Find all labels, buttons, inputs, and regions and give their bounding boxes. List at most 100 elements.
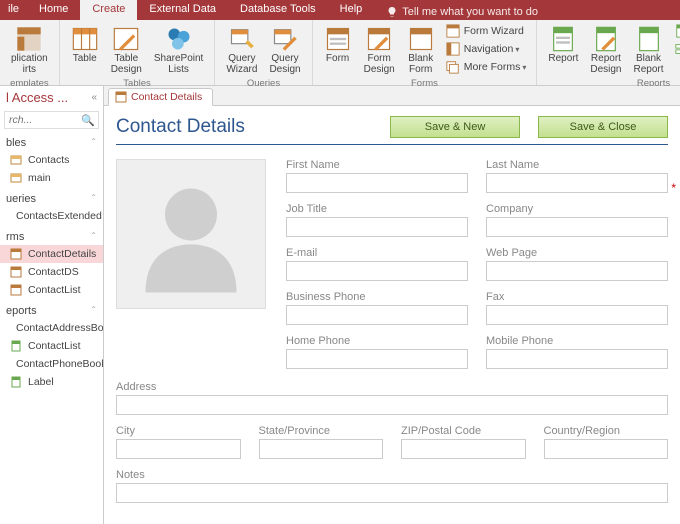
nav-item-contacts[interactable]: Contacts bbox=[0, 151, 103, 169]
required-indicator: * bbox=[671, 181, 676, 195]
nav-item-main[interactable]: main bbox=[0, 169, 103, 187]
input-home-phone[interactable] bbox=[286, 349, 468, 369]
nav-item-contactsextended[interactable]: ContactsExtended bbox=[0, 207, 103, 225]
input-zip[interactable] bbox=[401, 439, 526, 459]
input-notes[interactable] bbox=[116, 483, 668, 503]
btn-labels[interactable]: Labels bbox=[671, 40, 680, 58]
report-object-icon bbox=[10, 376, 22, 388]
input-city[interactable] bbox=[116, 439, 241, 459]
form-object-icon bbox=[10, 248, 22, 260]
input-business-phone[interactable] bbox=[286, 305, 468, 325]
label-first-name: First Name bbox=[286, 159, 468, 171]
input-web-page[interactable] bbox=[486, 261, 668, 281]
blank-report-icon bbox=[635, 25, 663, 53]
doc-tab-contact-details[interactable]: Contact Details bbox=[108, 88, 213, 106]
save-and-close-button[interactable]: Save & Close bbox=[538, 116, 668, 138]
nav-item-contactlist-form[interactable]: ContactList bbox=[0, 281, 103, 299]
btn-more-forms[interactable]: More Forms▾ bbox=[442, 58, 531, 76]
nav-group-tables[interactable]: bles⌃ bbox=[0, 135, 103, 151]
form-wizard-icon bbox=[446, 24, 460, 38]
label-state: State/Province bbox=[259, 425, 384, 437]
tell-me[interactable]: Tell me what you want to do bbox=[374, 0, 550, 20]
divider bbox=[116, 144, 668, 145]
nav-item-contactds[interactable]: ContactDS bbox=[0, 263, 103, 281]
report-wizard-icon bbox=[675, 24, 680, 38]
input-mobile-phone[interactable] bbox=[486, 349, 668, 369]
tell-me-label: Tell me what you want to do bbox=[402, 6, 538, 18]
nav-item-contactphonebook[interactable]: ContactPhoneBook bbox=[0, 355, 103, 373]
input-last-name[interactable] bbox=[486, 173, 668, 193]
input-job-title[interactable] bbox=[286, 217, 468, 237]
ribbon: plication irts emplates Table Table Desi… bbox=[0, 20, 680, 86]
btn-report-design[interactable]: Report Design bbox=[585, 22, 626, 78]
nav-group-queries[interactable]: ueries⌃ bbox=[0, 191, 103, 207]
btn-app-parts[interactable]: plication irts bbox=[6, 22, 53, 78]
nav-item-contactdetails[interactable]: ContactDetails bbox=[0, 245, 103, 263]
app-tabs: ile Home Create External Data Database T… bbox=[0, 0, 680, 20]
query-wizard-icon bbox=[228, 25, 256, 53]
nav-item-contactlist-report[interactable]: ContactList bbox=[0, 337, 103, 355]
input-email[interactable] bbox=[286, 261, 468, 281]
nav-collapse-button[interactable]: « bbox=[91, 92, 97, 103]
sharepoint-icon bbox=[165, 25, 193, 53]
tab-file[interactable]: ile bbox=[0, 0, 27, 20]
btn-report-label: Report bbox=[548, 53, 578, 64]
person-placeholder-icon bbox=[126, 169, 256, 299]
input-fax[interactable] bbox=[486, 305, 668, 325]
btn-table-design-label: Table Design bbox=[111, 53, 142, 75]
label-notes: Notes bbox=[116, 469, 668, 481]
btn-report-wizard[interactable]: Report Wizard bbox=[671, 22, 680, 40]
label-mobile-phone: Mobile Phone bbox=[486, 335, 668, 347]
tab-help[interactable]: Help bbox=[328, 0, 375, 20]
save-and-new-button[interactable]: Save & New bbox=[390, 116, 520, 138]
input-address[interactable] bbox=[116, 395, 668, 415]
contact-details-form: Contact Details Save & New Save & Close … bbox=[104, 106, 680, 524]
tab-external-data[interactable]: External Data bbox=[137, 0, 228, 20]
contact-photo[interactable] bbox=[116, 159, 266, 309]
labels-icon bbox=[675, 42, 680, 56]
input-state[interactable] bbox=[259, 439, 384, 459]
btn-query-design[interactable]: Query Design bbox=[264, 22, 305, 78]
label-country: Country/Region bbox=[544, 425, 669, 437]
btn-form-wizard[interactable]: Form Wizard bbox=[442, 22, 531, 40]
label-home-phone: Home Phone bbox=[286, 335, 468, 347]
table-object-icon bbox=[10, 172, 22, 184]
btn-navigation[interactable]: Navigation▾ bbox=[442, 40, 531, 58]
nav-group-forms[interactable]: rms⌃ bbox=[0, 229, 103, 245]
btn-sharepoint-lists[interactable]: SharePoint Lists bbox=[149, 22, 208, 78]
btn-report-design-label: Report Design bbox=[590, 53, 621, 75]
table-design-icon bbox=[112, 25, 140, 53]
doc-tab-label: Contact Details bbox=[131, 91, 202, 103]
btn-query-wizard[interactable]: Query Wizard bbox=[221, 22, 262, 78]
chevron-down-icon: ▾ bbox=[522, 63, 526, 72]
label-city: City bbox=[116, 425, 241, 437]
btn-form-label: Form bbox=[326, 53, 349, 64]
label-email: E-mail bbox=[286, 247, 468, 259]
app-parts-icon bbox=[15, 25, 43, 53]
btn-blank-form[interactable]: Blank Form bbox=[402, 22, 440, 78]
tab-create[interactable]: Create bbox=[80, 0, 137, 20]
btn-blank-report[interactable]: Blank Report bbox=[629, 22, 669, 78]
btn-form[interactable]: Form bbox=[319, 22, 357, 78]
input-first-name[interactable] bbox=[286, 173, 468, 193]
nav-item-label[interactable]: Label bbox=[0, 373, 103, 391]
btn-report[interactable]: Report bbox=[543, 22, 583, 78]
btn-navigation-label: Navigation▾ bbox=[464, 43, 520, 55]
label-web-page: Web Page bbox=[486, 247, 668, 259]
btn-query-wizard-label: Query Wizard bbox=[226, 53, 257, 75]
nav-group-reports[interactable]: eports⌃ bbox=[0, 303, 103, 319]
form-object-icon bbox=[10, 284, 22, 296]
input-company[interactable] bbox=[486, 217, 668, 237]
btn-table[interactable]: Table bbox=[66, 22, 104, 78]
btn-table-design[interactable]: Table Design bbox=[106, 22, 147, 78]
label-business-phone: Business Phone bbox=[286, 291, 468, 303]
table-object-icon bbox=[10, 154, 22, 166]
tab-db-tools[interactable]: Database Tools bbox=[228, 0, 328, 20]
btn-sharepoint-lists-label: SharePoint Lists bbox=[154, 53, 203, 75]
nav-item-contactaddressbook[interactable]: ContactAddressBook bbox=[0, 319, 103, 337]
input-country[interactable] bbox=[544, 439, 669, 459]
tab-home[interactable]: Home bbox=[27, 0, 80, 20]
btn-form-design[interactable]: Form Design bbox=[359, 22, 400, 78]
report-icon bbox=[549, 25, 577, 53]
label-company: Company bbox=[486, 203, 668, 215]
